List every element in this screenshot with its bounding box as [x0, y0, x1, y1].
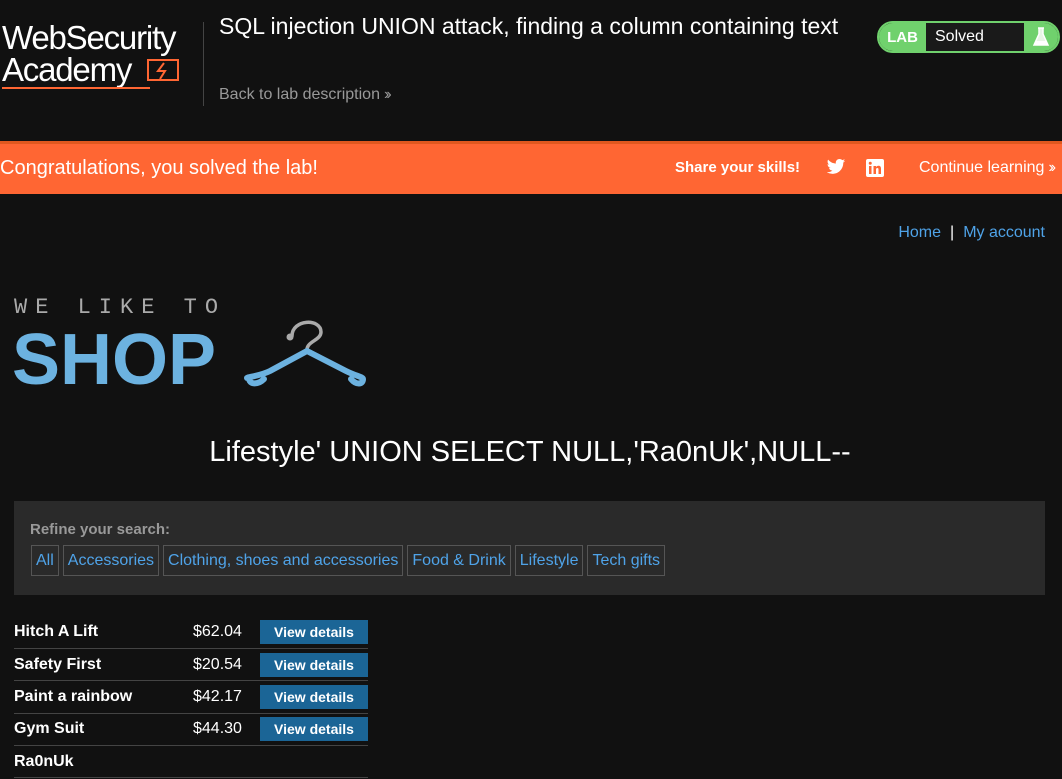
product-price: $42.17	[193, 687, 242, 705]
shop-tagline: WE LIKE TO	[14, 295, 226, 320]
product-price: $44.30	[193, 720, 242, 738]
filter-accessories[interactable]: Accessories	[62, 545, 160, 576]
top-nav: Home | My account	[898, 224, 1045, 242]
table-row: Ra0nUk	[14, 746, 368, 778]
back-link-label: Back to lab description	[219, 86, 380, 103]
table-row: Gym Suit $44.30 View details	[14, 713, 368, 746]
filter-food-drink[interactable]: Food & Drink	[407, 545, 511, 576]
table-row: Paint a rainbow $42.17 View details	[14, 681, 368, 714]
academy-logo[interactable]: WebSecurity Academy	[2, 18, 202, 90]
refine-label: Refine your search:	[30, 521, 171, 538]
lab-status-text: Solved	[935, 28, 984, 45]
shop-logo: WE LIKE TO SHOP	[12, 295, 366, 388]
view-details-button[interactable]: View details	[260, 619, 368, 644]
product-name: Ra0nUk	[14, 752, 74, 770]
view-details-button[interactable]: View details	[260, 684, 368, 709]
lab-title: SQL injection UNION attack, finding a co…	[219, 13, 839, 39]
continue-learning-label: Continue learning	[919, 159, 1045, 176]
linkedin-icon[interactable]	[866, 159, 884, 182]
nav-separator: |	[950, 224, 955, 241]
filter-panel: Refine your search: All Accessories Clot…	[14, 501, 1045, 595]
product-price: $20.54	[193, 655, 242, 673]
logo-underline-icon	[2, 87, 150, 89]
filter-all[interactable]: All	[31, 545, 59, 576]
twitter-icon[interactable]	[826, 158, 846, 181]
product-price: $62.04	[193, 622, 242, 640]
hanger-icon	[244, 320, 366, 387]
product-name: Safety First	[14, 655, 102, 673]
product-name: Hitch A Lift	[14, 622, 99, 640]
search-result-heading: Lifestyle' UNION SELECT NULL,'Ra0nUk',NU…	[209, 436, 851, 468]
back-to-description-link[interactable]: Back to lab description ››	[219, 86, 391, 104]
filter-clothing[interactable]: Clothing, shoes and accessories	[163, 545, 404, 576]
product-table: Hitch A Lift $62.04 View details Safety …	[14, 616, 368, 778]
product-name: Gym Suit	[14, 720, 85, 738]
category-filters: All Accessories Clothing, shoes and acce…	[31, 545, 666, 576]
filter-tech-gifts[interactable]: Tech gifts	[587, 545, 666, 576]
home-link[interactable]: Home	[898, 224, 941, 241]
academy-header: WebSecurity Academy SQL injection UNION …	[0, 0, 1062, 141]
table-row: Hitch A Lift $62.04 View details	[14, 616, 368, 649]
solved-banner: Congratulations, you solved the lab! Sha…	[0, 141, 1062, 194]
view-details-button[interactable]: View details	[260, 717, 368, 742]
my-account-link[interactable]: My account	[963, 224, 1045, 241]
shop-word: SHOP	[12, 320, 216, 388]
product-price	[184, 746, 260, 778]
product-name: Paint a rainbow	[14, 687, 133, 705]
continue-learning-link[interactable]: Continue learning ››	[919, 159, 1056, 177]
lab-badge: LAB	[879, 23, 926, 51]
filter-lifestyle[interactable]: Lifestyle	[514, 545, 584, 576]
share-label: Share your skills!	[675, 159, 801, 176]
table-row: Safety First $20.54 View details	[14, 648, 368, 681]
logo-line1: WebSecurity	[2, 19, 176, 56]
congrats-message: Congratulations, you solved the lab!	[0, 157, 318, 179]
double-chevron-right-icon: ››	[383, 86, 391, 103]
lab-status-widget: LAB Solved	[877, 21, 1060, 53]
logo-bolt-icon	[147, 59, 179, 81]
header-divider	[203, 22, 204, 106]
flask-icon	[1024, 23, 1058, 51]
view-details-button[interactable]: View details	[260, 652, 368, 677]
double-chevron-right-icon: ››	[1048, 159, 1055, 176]
